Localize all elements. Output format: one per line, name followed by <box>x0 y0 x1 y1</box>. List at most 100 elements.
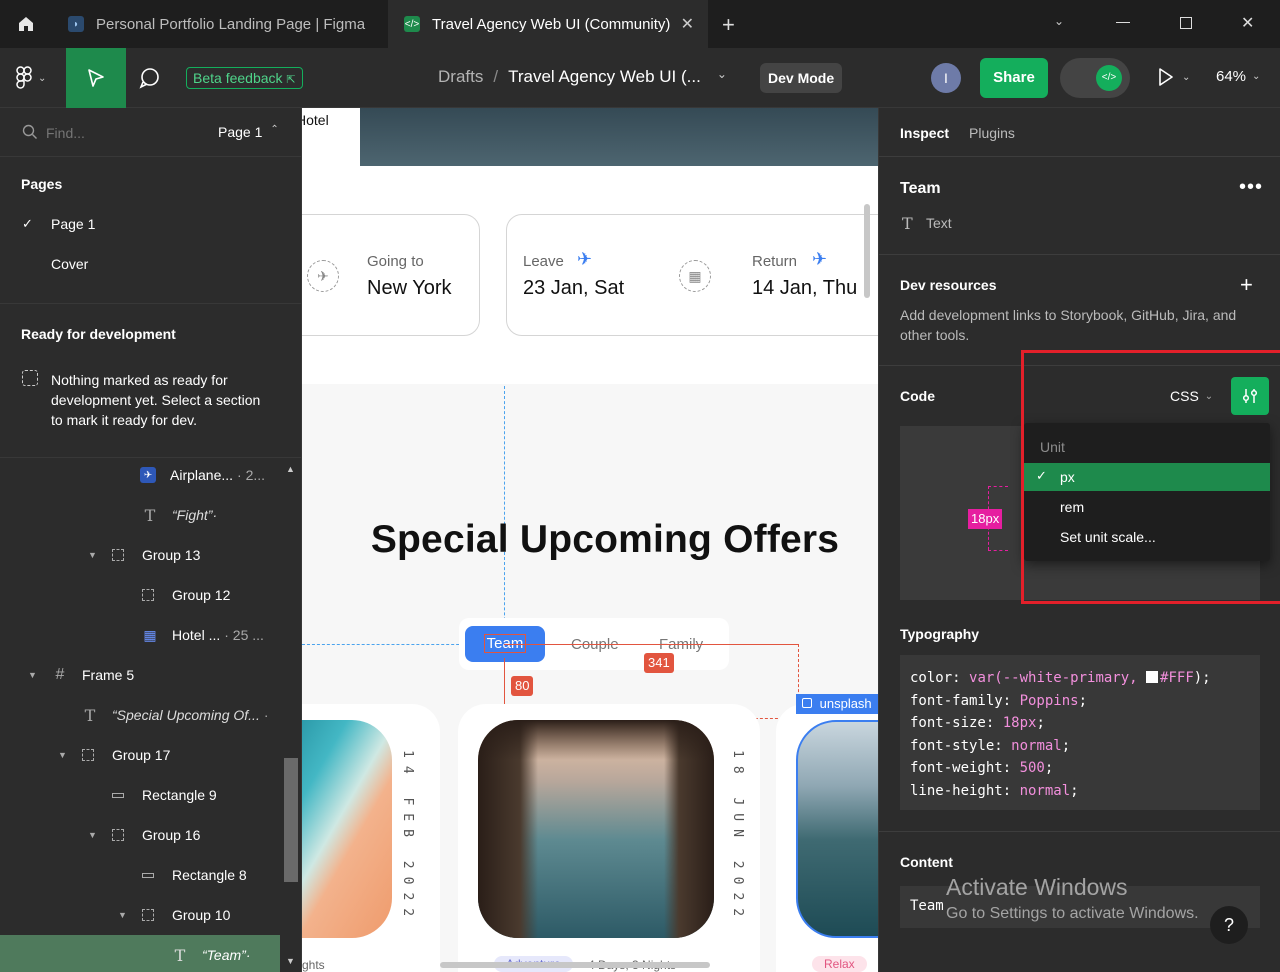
caret-down-icon[interactable]: ▼ <box>58 750 67 760</box>
comment-icon <box>139 68 159 89</box>
caret-down-icon[interactable]: ▼ <box>118 910 127 920</box>
tab-label: Personal Portfolio Landing Page | Figma … <box>96 15 366 33</box>
inspect-panel: Inspect Plugins Team ••• T Text Dev reso… <box>878 108 1280 972</box>
page-item-cover[interactable]: Cover <box>0 248 301 280</box>
size-badge-label: 18px <box>971 511 1000 526</box>
content-value: Team <box>910 898 944 914</box>
windows-watermark: Activate Windows Go to Settings to activ… <box>946 874 1199 923</box>
going-to-label: Going to <box>367 253 424 270</box>
dev-resources-text: Add development links to Storybook, GitH… <box>900 307 1237 343</box>
tab-inspect[interactable]: Inspect <box>900 125 949 141</box>
hotel-icon: ▦ <box>143 626 157 643</box>
airplane-icon: ✈ <box>812 249 828 269</box>
help-icon: ? <box>1223 915 1234 935</box>
canvas-scrollbar-thumb[interactable] <box>864 204 870 298</box>
css-tail: ; <box>1061 737 1071 754</box>
caret-down-icon[interactable]: ▼ <box>88 550 97 560</box>
css-line-font-size: font-size: 18px; <box>910 715 1045 732</box>
avatar[interactable]: I <box>931 63 961 93</box>
minimize-icon[interactable] <box>1116 22 1130 23</box>
tab-portfolio[interactable]: ◗ Personal Portfolio Landing Page | Figm… <box>52 0 386 48</box>
css-prop: font-size <box>910 715 986 732</box>
layer-frame-5[interactable]: ▼ # Frame 5 <box>0 655 280 695</box>
dev-file-icon: </> <box>404 16 420 32</box>
file-name[interactable]: Travel Agency Web UI (... <box>508 67 701 87</box>
breadcrumb-drafts[interactable]: Drafts <box>438 67 483 87</box>
css-code-block[interactable]: color: var(--white-primary, #FFF); font-… <box>900 655 1260 810</box>
share-button[interactable]: Share <box>980 58 1048 98</box>
layer-label: Group 12 <box>172 587 231 603</box>
layer-rectangle-9[interactable]: Rectangle 9 <box>0 775 280 815</box>
going-to-value: New York <box>367 277 452 299</box>
home-icon[interactable] <box>0 0 52 48</box>
tab-plugins[interactable]: Plugins <box>969 125 1015 141</box>
airplane-icon: ✈ <box>307 260 339 292</box>
going-to-card: ✈ Going to New York <box>302 214 480 336</box>
css-value: 18px <box>1002 715 1037 732</box>
css-value: normal <box>1011 737 1062 754</box>
canvas-h-scrollbar[interactable] <box>440 962 710 968</box>
layer-group-12[interactable]: Group 12 <box>0 575 280 615</box>
layer-team-text-selected[interactable]: T “Team”· <box>0 935 280 972</box>
comment-tool-button[interactable] <box>138 66 162 95</box>
layer-group-16[interactable]: ▼ Group 16 <box>0 815 280 855</box>
new-tab-icon[interactable]: + <box>722 12 735 38</box>
code-icon: </> <box>1096 65 1122 91</box>
frame-icon: # <box>55 666 65 683</box>
present-button[interactable]: ⌄ <box>1158 68 1190 86</box>
page-selector[interactable]: Page 1 ⌃ <box>218 124 279 140</box>
beach-image <box>302 720 392 938</box>
scrollbar-thumb[interactable] <box>284 758 298 882</box>
figma-logo-icon <box>16 66 32 89</box>
tab-travel-agency[interactable]: </> Travel Agency Web UI (Community) ✕ <box>388 0 708 48</box>
chevron-down-icon[interactable]: ⌄ <box>1054 14 1064 28</box>
layer-group-13[interactable]: ▼ Group 13 <box>0 535 280 575</box>
page-item-page-1[interactable]: ✓ Page 1 <box>0 208 301 240</box>
layer-rectangle-8[interactable]: Rectangle 8 <box>0 855 280 895</box>
restore-icon[interactable] <box>1180 17 1192 29</box>
left-panel: Page 1 ⌃ Pages ✓ Page 1 Cover Ready for … <box>0 108 302 972</box>
canvas[interactable]: Hotel ✈ Going to New York Leave ✈ 23 Jan… <box>302 108 878 972</box>
close-tab-icon[interactable]: ✕ <box>681 14 694 34</box>
scroll-up-icon[interactable]: ▲ <box>286 464 295 474</box>
hotel-label: Hotel <box>302 112 329 128</box>
layer-group-17[interactable]: ▼ Group 17 <box>0 735 280 775</box>
content-heading: Content <box>900 854 953 870</box>
help-button[interactable]: ? <box>1210 906 1248 944</box>
dev-mode-badge[interactable]: Dev Mode <box>760 63 843 93</box>
css-prop: font-weight <box>910 760 1003 777</box>
layer-airplane[interactable]: ✈ Airplane... · 2... <box>0 455 280 495</box>
main-menu-button[interactable]: ⌄ <box>16 66 46 90</box>
code-heading: Code <box>900 388 935 404</box>
dev-mode-toggle[interactable]: </> <box>1060 58 1130 98</box>
return-value: 14 Jan, Thu <box>752 277 858 299</box>
add-resource-icon[interactable]: + <box>1240 272 1253 298</box>
chevron-down-icon[interactable]: ⌄ <box>717 67 727 87</box>
caret-down-icon[interactable]: ▼ <box>28 670 37 680</box>
layer-group-10[interactable]: ▼ Group 10 <box>0 895 280 935</box>
title-bar: ◗ Personal Portfolio Landing Page | Figm… <box>0 0 1280 48</box>
text-icon: T <box>84 705 96 725</box>
layer-hotel[interactable]: ▦ Hotel ... · 25 ... <box>0 615 280 655</box>
measure-badge-341: 341 <box>644 653 674 673</box>
close-window-icon[interactable]: ✕ <box>1241 13 1254 33</box>
beta-feedback-button[interactable]: Beta feedback ⇱ <box>186 67 303 89</box>
chevron-down-icon: ⌄ <box>1252 71 1261 82</box>
layer-label: Frame 5 <box>82 667 135 683</box>
unsplash-tag: unsplash <box>796 694 878 714</box>
move-tool-button[interactable] <box>66 48 126 108</box>
layer-fight-text[interactable]: T “Fight”· <box>0 495 280 535</box>
layers-scrollbar[interactable]: ▲ ▼ <box>281 458 301 972</box>
cave-image <box>478 720 714 938</box>
text-icon: T <box>144 505 156 525</box>
search-input[interactable] <box>46 120 196 146</box>
size-badge: 18px <box>968 509 1003 529</box>
more-options-icon[interactable]: ••• <box>1239 176 1263 199</box>
pages-heading: Pages <box>21 176 63 192</box>
zoom-menu[interactable]: 64% ⌄ <box>1216 68 1260 86</box>
layer-special-text[interactable]: T “Special Upcoming Of... · <box>0 695 280 735</box>
caret-down-icon[interactable]: ▼ <box>88 830 97 840</box>
calendar-icon: ▦ <box>679 260 711 292</box>
scroll-down-icon[interactable]: ▼ <box>286 956 295 966</box>
layer-label: Group 17 <box>112 747 171 763</box>
